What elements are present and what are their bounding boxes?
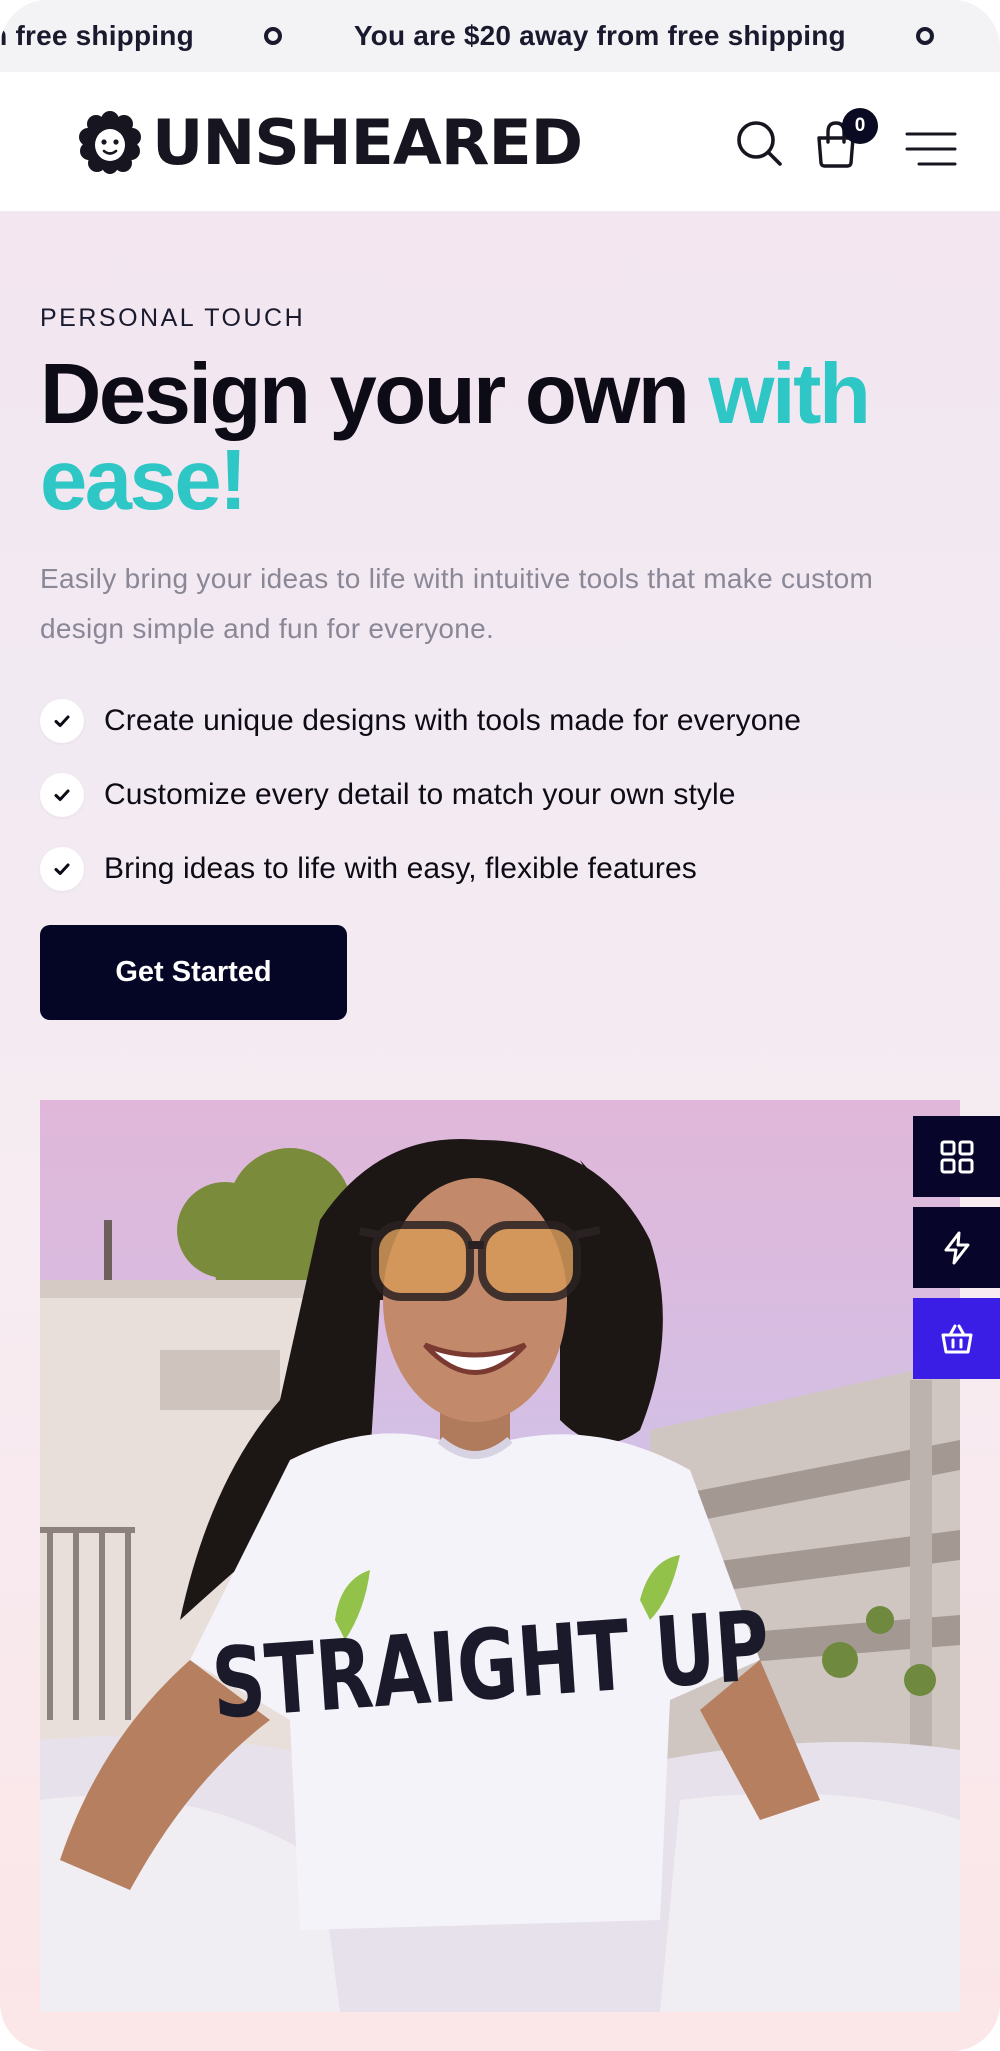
hero-image: STRAIGHT UP [40,1100,960,2012]
checkmark-icon [40,699,84,743]
headline-main: Design your own [40,347,690,442]
basket-icon [941,1324,972,1353]
announcement-bar[interactable]: rom free shipping You are $20 away from … [0,0,1000,72]
brand-name: UNSHEARED [152,105,583,179]
hero-headline: Design your own with ease! [40,352,940,524]
hero-eyebrow: PERSONAL TOUCH [40,304,306,332]
grid-icon [940,1140,973,1173]
feature-text: Create unique designs with tools made fo… [104,704,802,737]
announcement-message: You are $20 away from free shipping [353,20,846,51]
feature-text: Bring ideas to life with easy, flexible … [104,852,697,885]
feature-list: Create unique designs with tools made fo… [40,684,801,906]
separator-dot-icon [915,27,934,45]
basket-button[interactable] [913,1298,1000,1379]
checkmark-icon [40,847,84,891]
sheep-logo-icon [79,111,141,174]
page-frame: rom free shipping You are $20 away from … [0,0,1000,2051]
lightning-icon [944,1231,969,1264]
get-started-button[interactable]: Get Started [40,925,347,1020]
grid-button[interactable] [913,1116,1000,1197]
site-header: UNSHEARED 0 [0,72,1000,212]
feature-item: Bring ideas to life with easy, flexible … [40,832,801,906]
hero-illustration: STRAIGHT UP [40,1139,960,2012]
floating-side-toolbar [913,1116,1000,1389]
feature-text: Customize every detail to match your own… [104,778,736,811]
feature-item: Customize every detail to match your own… [40,758,801,832]
quick-action-button[interactable] [913,1207,1000,1288]
feature-item: Create unique designs with tools made fo… [40,684,801,758]
separator-dot-icon [263,27,282,45]
cart-count-badge: 0 [842,108,878,144]
hamburger-menu-icon[interactable] [905,124,957,176]
hero-description: Easily bring your ideas to life with int… [40,563,874,644]
checkmark-icon [40,773,84,817]
brand-logo[interactable]: UNSHEARED [78,102,583,182]
search-icon[interactable] [734,118,786,170]
announcement-fragment: rom free shipping [0,20,194,51]
